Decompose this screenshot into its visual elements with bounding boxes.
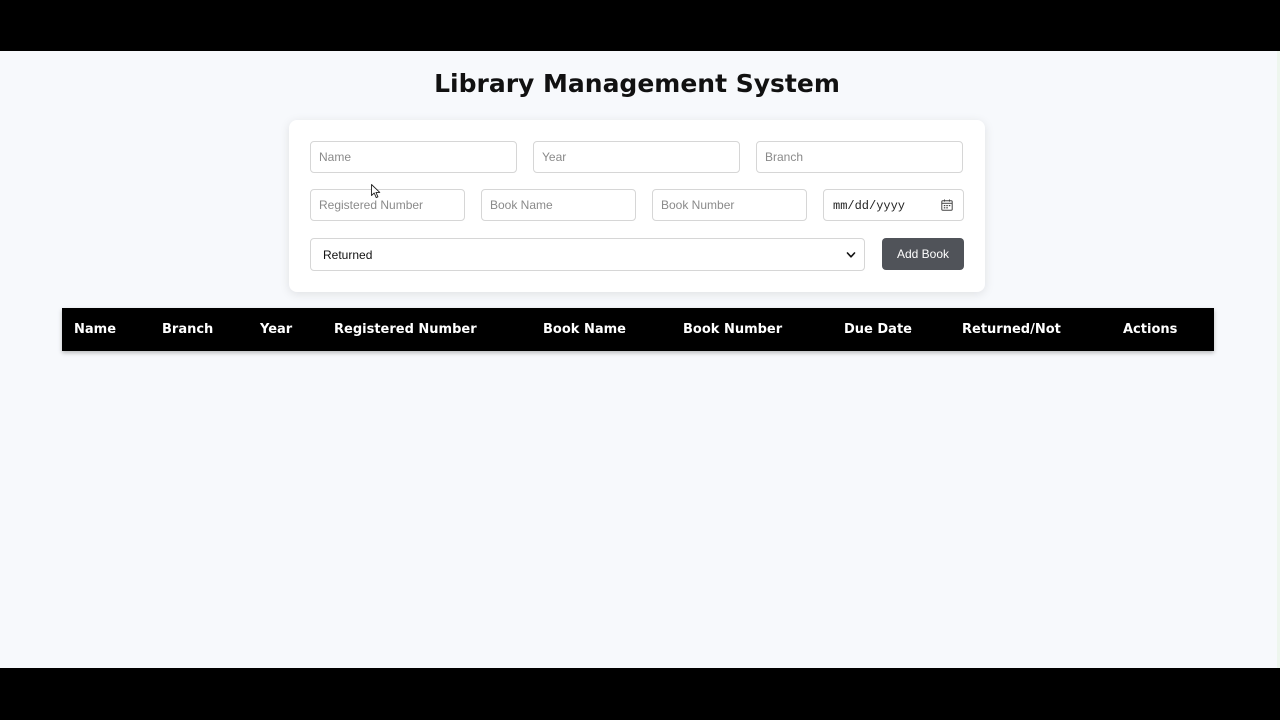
books-table-header: Name Branch Year Registered Number Book …	[62, 308, 1214, 351]
calendar-icon[interactable]	[941, 199, 953, 211]
column-header-due-date: Due Date	[844, 322, 912, 337]
due-date-placeholder: mm/dd/yyyy	[833, 199, 906, 213]
name-input[interactable]	[310, 141, 517, 173]
book-name-input[interactable]	[481, 189, 636, 221]
column-header-branch: Branch	[162, 322, 214, 337]
year-input[interactable]	[533, 141, 740, 173]
column-header-registered-number: Registered Number	[334, 322, 477, 337]
column-header-book-number: Book Number	[683, 322, 783, 337]
due-date-input[interactable]: mm/dd/yyyy	[823, 189, 964, 221]
returned-status-select[interactable]: Returned	[310, 238, 865, 271]
book-entry-form: mm/dd/yyyy Returned Add Book	[289, 120, 985, 292]
column-header-actions: Actions	[1123, 322, 1178, 337]
chevron-down-icon	[846, 252, 856, 258]
registered-number-input[interactable]	[310, 189, 465, 221]
add-book-button[interactable]: Add Book	[882, 238, 964, 270]
column-header-returned-not: Returned/Not	[962, 322, 1061, 337]
column-header-book-name: Book Name	[543, 322, 626, 337]
status-selected-value: Returned	[323, 248, 373, 262]
column-header-year: Year	[260, 322, 293, 337]
book-number-input[interactable]	[652, 189, 807, 221]
browser-viewport: Library Management System mm/dd/yyyy Ret…	[0, 51, 1280, 668]
page-title: Library Management System	[434, 69, 840, 98]
branch-input[interactable]	[756, 141, 963, 173]
mouse-cursor-icon	[371, 184, 381, 199]
column-header-name: Name	[74, 322, 117, 337]
